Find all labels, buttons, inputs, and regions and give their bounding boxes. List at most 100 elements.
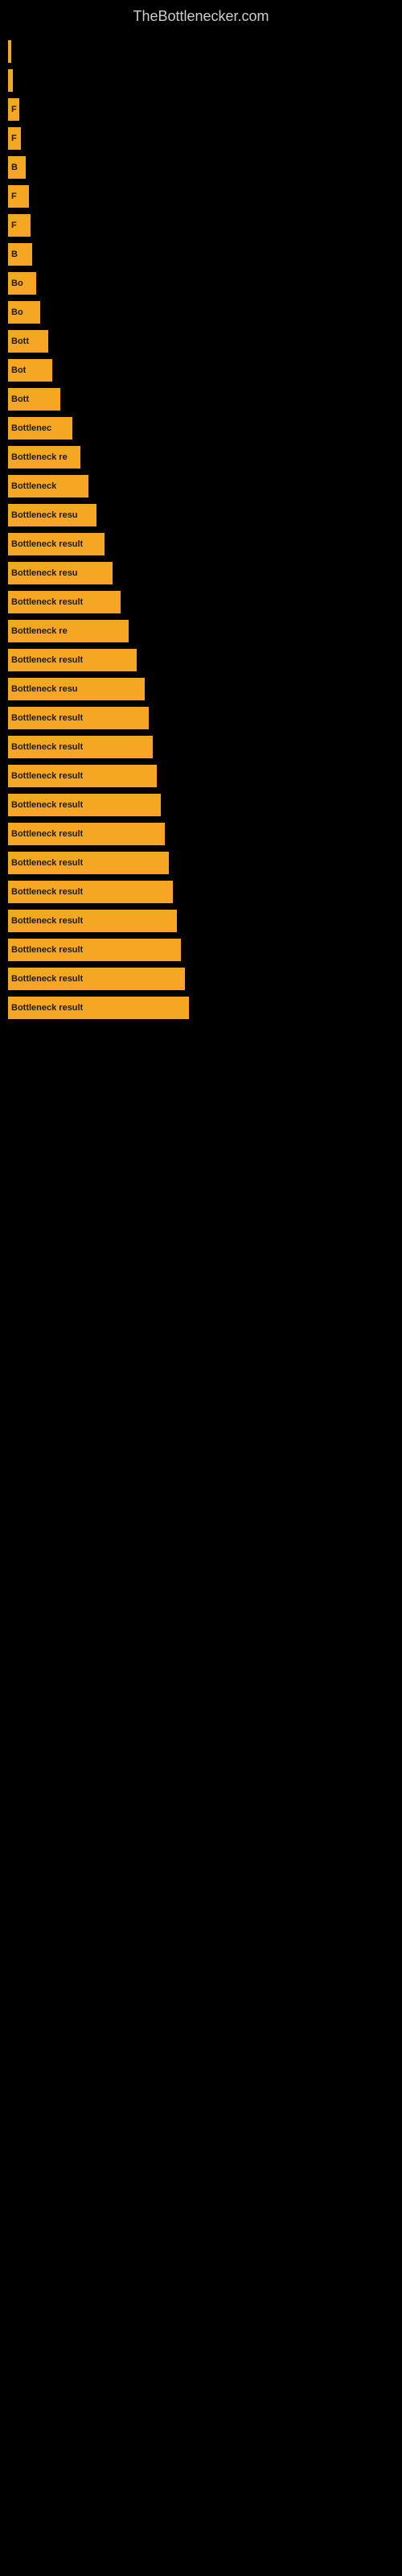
bar: Bottlenec: [8, 417, 72, 440]
bar-label: Bottleneck result: [11, 539, 83, 549]
bar-row: Bottleneck resu: [0, 559, 402, 588]
bar-row: F: [0, 124, 402, 153]
bar: Bottleneck result: [8, 823, 165, 845]
bar-row: Bottleneck result: [0, 964, 402, 993]
bar-label: Bottleneck: [11, 481, 56, 491]
bar: Bottleneck result: [8, 910, 177, 932]
bar-label: Bottleneck resu: [11, 568, 78, 578]
bar: Bottleneck result: [8, 591, 121, 613]
bar-label: Bo: [11, 279, 23, 288]
bar-label: Bottleneck result: [11, 945, 83, 955]
bar: F: [8, 127, 21, 150]
bar-row: Bottleneck result: [0, 877, 402, 906]
bar-row: Bottleneck result: [0, 588, 402, 617]
site-title: TheBottlenecker.com: [0, 0, 402, 29]
bar-row: Bottleneck result: [0, 819, 402, 848]
bar-label: Bottleneck result: [11, 800, 83, 810]
bar: [8, 69, 13, 92]
bar: Bottleneck result: [8, 765, 157, 787]
bar-label: Bo: [11, 308, 23, 317]
bar: [8, 40, 11, 63]
bar-label: Bottleneck result: [11, 597, 83, 607]
bar: Bottleneck resu: [8, 504, 96, 526]
bar: B: [8, 243, 32, 266]
bar: Bottleneck result: [8, 939, 181, 961]
bar-row: [0, 66, 402, 95]
bar-label: F: [11, 134, 17, 143]
bar-row: Bo: [0, 298, 402, 327]
bar-label: F: [11, 221, 17, 230]
bar: Bo: [8, 301, 40, 324]
bar: Bottleneck result: [8, 794, 161, 816]
bar-row: Bottleneck resu: [0, 501, 402, 530]
bar-label: B: [11, 163, 18, 172]
bar-row: Bottleneck result: [0, 646, 402, 675]
bar-row: F: [0, 182, 402, 211]
bar-row: B: [0, 153, 402, 182]
bar: F: [8, 98, 19, 121]
bar: Bottleneck re: [8, 620, 129, 642]
bar-row: Bo: [0, 269, 402, 298]
bar: Bottleneck result: [8, 968, 185, 990]
bar-row: F: [0, 211, 402, 240]
bar-label: Bottleneck resu: [11, 510, 78, 520]
bar: Bottleneck result: [8, 649, 137, 671]
bar-row: Bottleneck re: [0, 443, 402, 472]
bar-row: Bottleneck re: [0, 617, 402, 646]
bar-label: Bottleneck result: [11, 1003, 83, 1013]
bar-label: Bottleneck result: [11, 742, 83, 752]
bar: Bottleneck result: [8, 997, 189, 1019]
bar-label: Bott: [11, 394, 29, 404]
bar: Bottleneck result: [8, 852, 169, 874]
bar-row: Bottlenec: [0, 414, 402, 443]
bar: Bottleneck resu: [8, 562, 113, 584]
bar: B: [8, 156, 26, 179]
bar: Bottleneck result: [8, 533, 105, 555]
bar-label: Bottleneck result: [11, 829, 83, 839]
bar-row: [0, 37, 402, 66]
bar-row: Bottleneck result: [0, 906, 402, 935]
bars-container: F F B F F B Bo Bo Bott Bot Bott Bottlenec Bottleneck…: [0, 29, 402, 1030]
bar-label: Bottleneck result: [11, 713, 83, 723]
bar-row: Bott: [0, 385, 402, 414]
bar: Bottleneck result: [8, 736, 153, 758]
bar-label: Bott: [11, 336, 29, 346]
bar: Bottleneck re: [8, 446, 80, 469]
bar-row: B: [0, 240, 402, 269]
bar-label: F: [11, 192, 17, 201]
bar-label: B: [11, 250, 18, 259]
bar: F: [8, 185, 29, 208]
bar-label: Bottleneck result: [11, 858, 83, 868]
bar-row: Bottleneck result: [0, 791, 402, 819]
bar: Bo: [8, 272, 36, 295]
bar-label: Bottleneck result: [11, 887, 83, 897]
bar-row: Bottleneck: [0, 472, 402, 501]
bar: Bottleneck resu: [8, 678, 145, 700]
bar: Bottleneck result: [8, 881, 173, 903]
bar-label: Bottleneck re: [11, 626, 68, 636]
bar-label: Bottleneck result: [11, 655, 83, 665]
bar-row: Bot: [0, 356, 402, 385]
bar: Bott: [8, 330, 48, 353]
bar-row: Bottleneck result: [0, 762, 402, 791]
bar-row: Bott: [0, 327, 402, 356]
bar-row: Bottleneck result: [0, 733, 402, 762]
bar-row: Bottleneck result: [0, 704, 402, 733]
bar: F: [8, 214, 31, 237]
bar-row: Bottleneck resu: [0, 675, 402, 704]
bar-label: F: [11, 105, 17, 114]
bar-row: Bottleneck result: [0, 993, 402, 1022]
bar-label: Bottleneck resu: [11, 684, 78, 694]
bar-row: Bottleneck result: [0, 848, 402, 877]
bar: Bottleneck result: [8, 707, 149, 729]
bar-label: Bottleneck result: [11, 771, 83, 781]
bar-label: Bot: [11, 365, 26, 375]
bar-row: Bottleneck result: [0, 935, 402, 964]
bar: Bott: [8, 388, 60, 411]
bar-row: F: [0, 95, 402, 124]
bar-label: Bottleneck result: [11, 916, 83, 926]
bar: Bot: [8, 359, 52, 382]
bar: Bottleneck: [8, 475, 88, 497]
bar-label: Bottleneck result: [11, 974, 83, 984]
bar-label: Bottlenec: [11, 423, 51, 433]
